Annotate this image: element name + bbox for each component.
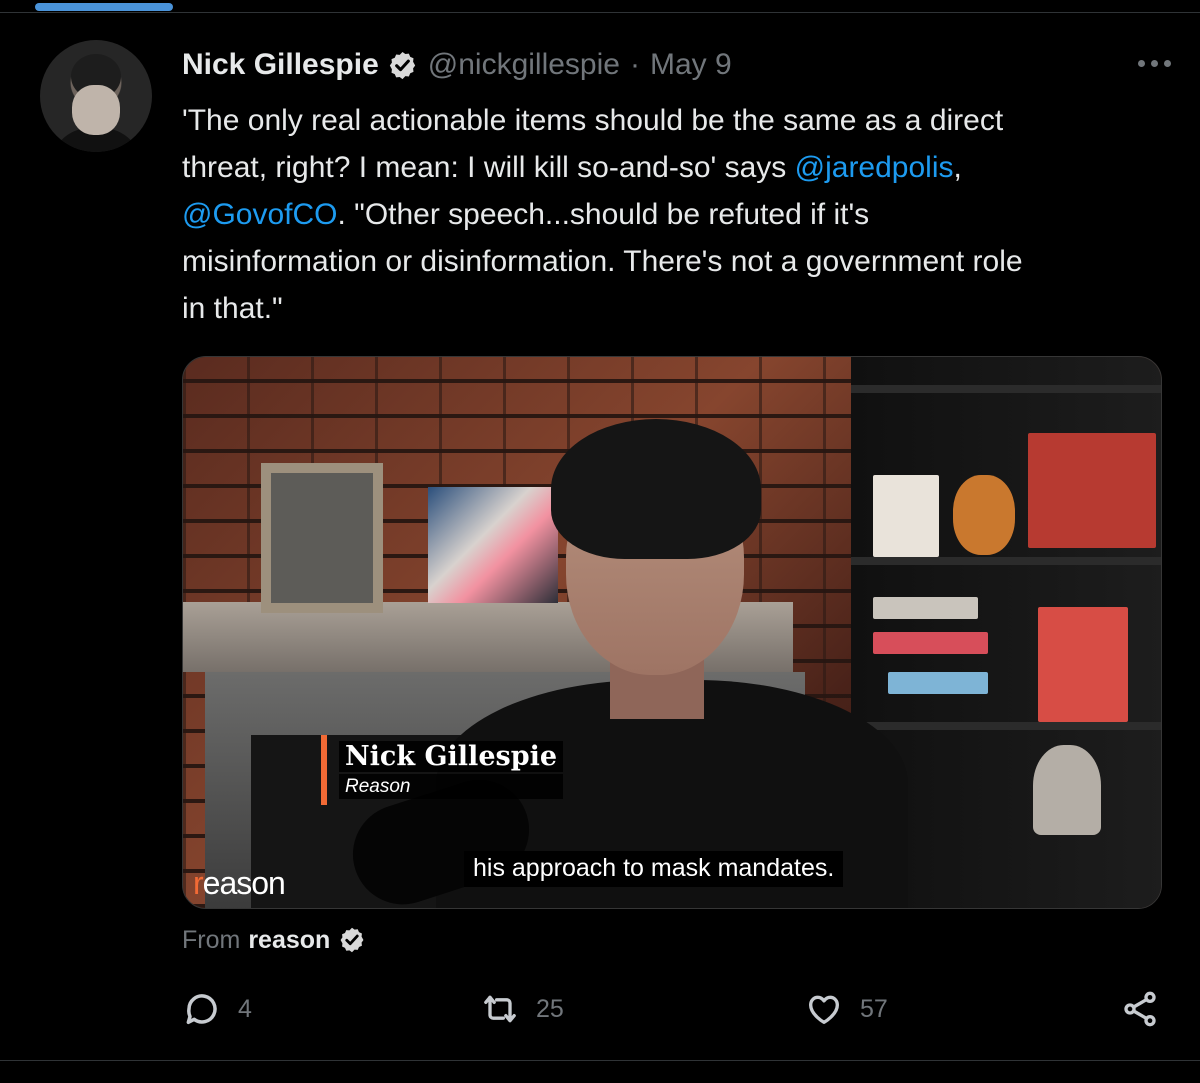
tweet-text-line: @GovofCO. "Other speech...should be refu… <box>182 191 1172 238</box>
tweet-text-fragment: , <box>953 151 962 184</box>
tweet-text: 'The only real actionable items should b… <box>182 97 1172 332</box>
top-divider <box>0 12 1200 13</box>
tweet-actions: 4 25 57 <box>182 987 1167 1031</box>
video-speaker-name: Nick Gillespie <box>339 741 564 772</box>
video-red-poster <box>1028 433 1156 548</box>
video-books <box>888 672 988 694</box>
reply-icon <box>186 994 217 1025</box>
verified-badge-icon <box>387 50 418 81</box>
video-lower-third: Nick Gillespie Reason <box>321 735 564 805</box>
reason-watermark: reason <box>193 865 286 901</box>
bottom-divider <box>0 1060 1200 1061</box>
avatar-shirt-shape <box>50 128 142 152</box>
video-shelf-board <box>851 385 1161 393</box>
more-dot <box>1163 59 1171 67</box>
video-colorful-artwork <box>428 487 558 603</box>
tweet-text-line: threat, right? I mean: I will kill so-an… <box>182 144 1172 191</box>
author-avatar[interactable] <box>40 40 152 152</box>
source-account[interactable]: reason <box>248 926 330 955</box>
retweet-count: 25 <box>536 994 564 1023</box>
like-button[interactable]: 57 <box>804 987 888 1031</box>
video-subtitle: his approach to mask mandates. <box>464 851 844 887</box>
date-separator: · <box>629 48 640 81</box>
like-count: 57 <box>860 994 888 1023</box>
share-icon <box>1124 991 1156 1027</box>
heart-icon <box>809 995 839 1024</box>
video-red-book <box>1038 607 1128 722</box>
tweet-date[interactable]: May 9 <box>650 48 732 82</box>
reply-count: 4 <box>238 994 252 1023</box>
retweet-button[interactable]: 25 <box>480 987 564 1031</box>
verified-badge-icon <box>338 926 366 954</box>
mention-jaredpolis[interactable]: @jaredpolis <box>795 151 954 184</box>
video-shelf-board <box>851 722 1161 730</box>
more-horizontal-icon[interactable] <box>1135 49 1173 77</box>
video-skull-figure <box>953 475 1015 555</box>
video-person-hair <box>551 419 761 559</box>
tweet-text-line: in that." <box>182 292 283 325</box>
video-picture-frame <box>261 463 383 613</box>
tweet-text-line: 'The only real actionable items should b… <box>182 104 1004 137</box>
retweet-icon <box>484 995 516 1023</box>
top-scroll-indicator <box>35 3 173 11</box>
tweet-header: Nick Gillespie @nickgillespie · May 9 <box>182 44 732 86</box>
author-handle[interactable]: @nickgillespie <box>428 48 620 82</box>
tweet-text-line: misinformation or disinformation. There'… <box>182 245 1023 278</box>
video-bust-figure <box>1033 745 1101 835</box>
more-dot <box>1137 59 1145 67</box>
author-name[interactable]: Nick Gillespie <box>182 48 379 82</box>
video-books <box>873 632 988 654</box>
tweet-text-fragment: threat, right? I mean: I will kill so-an… <box>182 151 795 184</box>
tweet-video[interactable]: Nick Gillespie Reason his approach to ma… <box>182 356 1162 909</box>
video-speaker-affiliation: Reason <box>339 774 564 799</box>
video-books <box>873 597 978 619</box>
video-shelf-board <box>851 557 1161 565</box>
share-button[interactable] <box>1120 987 1160 1031</box>
media-source-line: From reason <box>182 920 366 960</box>
video-small-frame <box>873 475 939 557</box>
mention-govofco[interactable]: @GovofCO <box>182 198 338 231</box>
more-dot <box>1150 59 1158 67</box>
tweet-text-fragment: . "Other speech...should be refuted if i… <box>337 198 870 231</box>
from-label: From <box>182 925 241 954</box>
reply-button[interactable]: 4 <box>182 987 252 1031</box>
